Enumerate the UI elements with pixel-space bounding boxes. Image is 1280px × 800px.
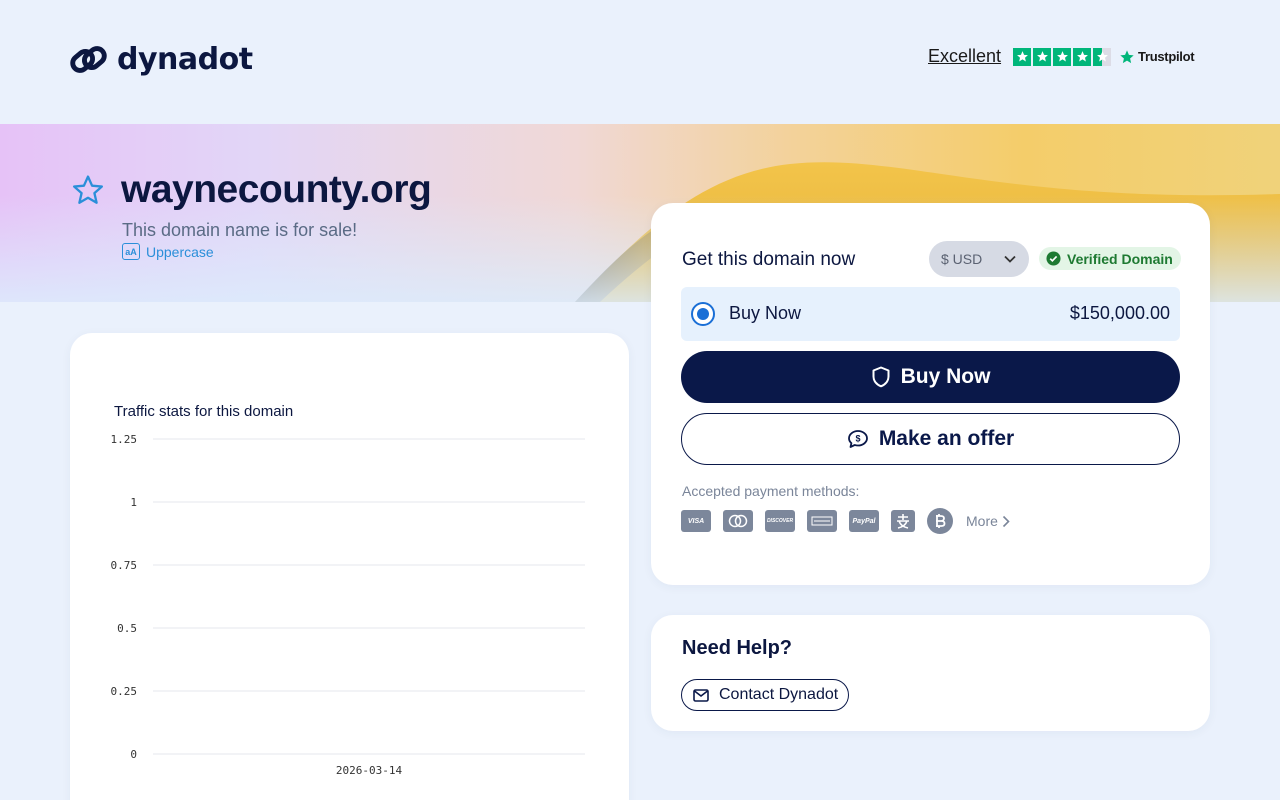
star-icon xyxy=(1033,47,1052,66)
buy-now-option-label: Buy Now xyxy=(729,303,802,323)
trustpilot-brand: Trustpilot xyxy=(1138,49,1195,64)
y-tick-label: 0.25 xyxy=(111,685,138,698)
make-offer-button[interactable]: $ Make an offer xyxy=(681,413,1180,465)
payment-methods: VISA DISCOVER PayPal More xyxy=(681,508,1010,534)
mail-icon xyxy=(693,688,709,702)
site-header: dynadot Excellent Trustpilot xyxy=(0,0,1280,124)
for-sale-text: This domain name is for sale! xyxy=(122,220,358,240)
chat-dollar-icon: $ xyxy=(847,430,868,448)
star-icon xyxy=(1013,47,1032,66)
contact-dynadot-button[interactable]: Contact Dynadot xyxy=(681,679,850,711)
more-label: More xyxy=(966,513,998,529)
more-payment-methods-link[interactable]: More xyxy=(966,513,1010,529)
brand-name: dynadot xyxy=(117,42,253,77)
half-star-icon xyxy=(1093,47,1112,66)
trustpilot-star-icon xyxy=(1120,49,1134,63)
chevron-down-icon xyxy=(1004,255,1016,263)
currency-select[interactable]: $ USD xyxy=(929,241,1029,277)
buy-now-price: $150,000.00 xyxy=(1069,303,1170,323)
mastercard-icon xyxy=(723,510,753,532)
y-tick-label: 0.5 xyxy=(117,622,137,635)
buy-now-button-label: Buy Now xyxy=(900,365,991,388)
visa-icon: VISA xyxy=(681,510,711,532)
favorite-star-icon[interactable] xyxy=(70,173,106,208)
dynadot-link-icon xyxy=(70,46,107,73)
domain-name-title: waynecounty.org xyxy=(121,168,432,211)
trustpilot-rating[interactable]: Excellent Trustpilot xyxy=(928,46,1195,67)
make-offer-button-label: Make an offer xyxy=(878,427,1015,450)
y-tick-label: 0 xyxy=(130,748,137,761)
purchase-title: Get this domain now xyxy=(682,249,856,270)
payment-methods-label: Accepted payment methods: xyxy=(682,483,860,499)
paypal-icon: PayPal xyxy=(849,510,879,532)
chevron-right-icon xyxy=(1002,515,1010,527)
buy-now-button[interactable]: Buy Now xyxy=(681,351,1180,403)
discover-icon: DISCOVER xyxy=(765,510,795,532)
y-tick-label: 0.75 xyxy=(111,559,138,572)
y-tick-label: 1.25 xyxy=(111,433,138,446)
contact-dynadot-label: Contact Dynadot xyxy=(719,686,839,703)
verified-domain-label: Verified Domain xyxy=(1067,250,1173,267)
alipay-icon xyxy=(891,510,915,532)
case-toggle-icon: aA xyxy=(122,243,140,260)
help-card: Need Help? Contact Dynadot xyxy=(651,615,1210,731)
trustpilot-rating-label[interactable]: Excellent xyxy=(928,46,1001,67)
buy-now-option[interactable]: Buy Now $150,000.00 xyxy=(681,287,1180,341)
traffic-chart-card: Traffic stats for this domain 1.25 1 0.75 0… xyxy=(70,333,629,800)
y-tick-label: 1 xyxy=(130,496,137,509)
help-title: Need Help? xyxy=(682,637,793,659)
bitcoin-icon xyxy=(927,508,953,534)
buy-now-radio[interactable] xyxy=(691,302,715,326)
currency-value: $ USD xyxy=(941,251,983,267)
star-icon xyxy=(1073,47,1092,66)
uppercase-toggle-label[interactable]: Uppercase xyxy=(146,244,214,260)
shield-icon xyxy=(872,366,890,388)
verified-domain-badge: Verified Domain xyxy=(1039,247,1181,270)
trustpilot-stars xyxy=(1013,47,1112,66)
star-icon xyxy=(1053,47,1072,66)
check-circle-icon xyxy=(1046,251,1061,266)
dynadot-logo[interactable]: dynadot xyxy=(69,40,253,79)
trustpilot-logo: Trustpilot xyxy=(1119,49,1195,65)
x-tick-label: 2026-03-14 xyxy=(336,764,403,777)
svg-text:$: $ xyxy=(855,434,860,444)
purchase-card: Get this domain now $ USD Verified Domai… xyxy=(651,203,1210,585)
uppercase-toggle[interactable]: aA Uppercase xyxy=(122,243,214,260)
traffic-chart: 1.25 1 0.75 0.5 0.25 0 2026-03-14 xyxy=(111,433,585,777)
amex-icon xyxy=(807,510,837,532)
